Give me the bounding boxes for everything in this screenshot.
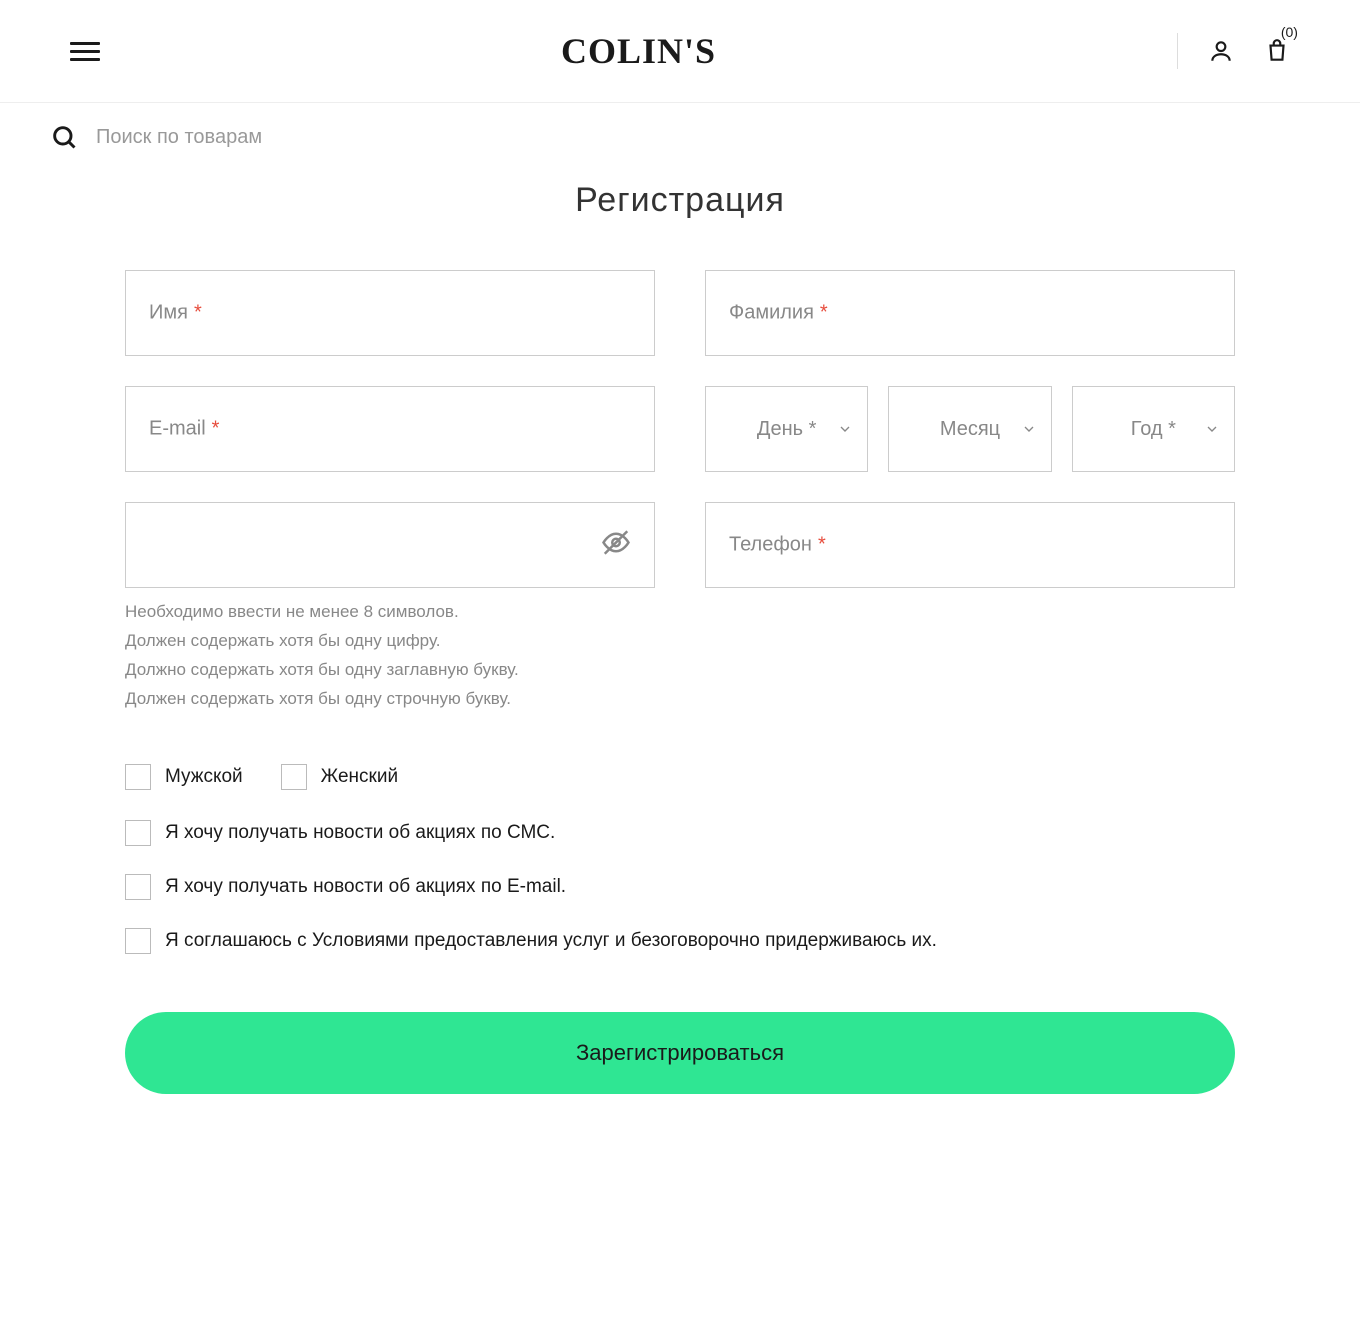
hint-line: Необходимо ввести не менее 8 символов.: [125, 598, 655, 627]
year-select[interactable]: Год *: [1072, 386, 1235, 472]
form-row-2: E-mail* День * Месяц Год *: [125, 386, 1235, 472]
month-select[interactable]: Месяц: [888, 386, 1051, 472]
main-content: Регистрация Имя* Фамилия* E-mail* День *: [125, 171, 1235, 1154]
last-name-input[interactable]: [705, 270, 1235, 356]
form-row-1: Имя* Фамилия*: [125, 270, 1235, 356]
last-name-field: Фамилия*: [705, 270, 1235, 356]
search-input[interactable]: [96, 126, 1310, 149]
form-row-3: Необходимо ввести не менее 8 символов. Д…: [125, 502, 1235, 714]
chevron-down-icon: [1021, 421, 1037, 437]
header-actions: (0): [1177, 33, 1290, 69]
submit-button[interactable]: Зарегистрироваться: [125, 1012, 1235, 1094]
first-name-input[interactable]: [125, 270, 655, 356]
cart-count: (0): [1281, 24, 1298, 40]
first-name-field: Имя*: [125, 270, 655, 356]
chevron-down-icon: [1204, 421, 1220, 437]
page-title: Регистрация: [125, 181, 1235, 220]
phone-field: Телефон*: [705, 502, 1235, 588]
phone-input[interactable]: [705, 502, 1235, 588]
header: COLIN'S (0): [0, 0, 1360, 103]
hint-line: Должно содержать хотя бы одну заглавную …: [125, 656, 655, 685]
email-input[interactable]: [125, 386, 655, 472]
terms-label: Я соглашаюсь с Условиями предоставления …: [165, 930, 937, 952]
sms-optin: Я хочу получать новости об акциях по СМС…: [125, 820, 1235, 846]
logo[interactable]: COLIN'S: [561, 30, 716, 72]
search-bar: [0, 103, 1360, 171]
email-checkbox[interactable]: [125, 874, 151, 900]
password-input[interactable]: [125, 502, 655, 588]
divider: [1177, 33, 1178, 69]
gender-male-option: Мужской: [125, 764, 243, 790]
search-icon: [50, 123, 78, 151]
terms-checkbox[interactable]: [125, 928, 151, 954]
male-label: Мужской: [165, 766, 243, 788]
email-field: E-mail*: [125, 386, 655, 472]
toggle-password-icon[interactable]: [601, 528, 631, 563]
email-optin-label: Я хочу получать новости об акциях по E-m…: [165, 876, 566, 898]
gender-row: Мужской Женский: [125, 764, 1235, 790]
birthdate-row: День * Месяц Год *: [705, 386, 1235, 472]
female-label: Женский: [321, 766, 398, 788]
hint-line: Должен содержать хотя бы одну строчную б…: [125, 685, 655, 714]
menu-icon[interactable]: [70, 42, 100, 61]
terms-agree: Я соглашаюсь с Условиями предоставления …: [125, 928, 1235, 954]
hint-line: Должен содержать хотя бы одну цифру.: [125, 627, 655, 656]
day-select[interactable]: День *: [705, 386, 868, 472]
password-field: [125, 502, 655, 588]
gender-female-option: Женский: [281, 764, 398, 790]
sms-checkbox[interactable]: [125, 820, 151, 846]
account-icon[interactable]: [1208, 38, 1234, 64]
male-checkbox[interactable]: [125, 764, 151, 790]
chevron-down-icon: [837, 421, 853, 437]
cart-icon[interactable]: (0): [1264, 38, 1290, 64]
sms-label: Я хочу получать новости об акциях по СМС…: [165, 822, 555, 844]
female-checkbox[interactable]: [281, 764, 307, 790]
password-hints: Необходимо ввести не менее 8 символов. Д…: [125, 598, 655, 714]
email-optin: Я хочу получать новости об акциях по E-m…: [125, 874, 1235, 900]
